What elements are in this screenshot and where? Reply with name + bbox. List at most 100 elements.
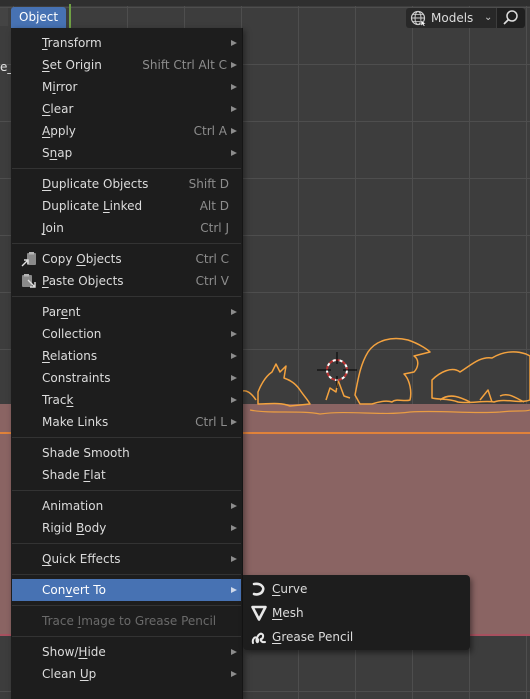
chevron-down-icon[interactable]: ⌄ <box>484 8 492 28</box>
shortcut-hint: Ctrl J <box>200 221 229 235</box>
globe-cursor-icon <box>410 10 427 26</box>
menu-item-label: Clear <box>42 102 74 116</box>
workspace-selector[interactable]: Models ⌄ <box>406 8 496 28</box>
menu-item-label: Relations <box>42 349 98 363</box>
menu-item-join[interactable]: Join Ctrl J <box>12 217 241 239</box>
shortcut-hint: Ctrl C <box>195 252 229 266</box>
submenu-item-mesh[interactable]: Mesh <box>243 601 470 625</box>
object-dropdown-menu: Transform Set Origin Shift Ctrl Alt C Mirro… <box>11 28 243 699</box>
submenu-arrow-icon <box>231 331 237 337</box>
menu-item-parent[interactable]: Parent <box>12 301 241 323</box>
shortcut-hint: Shift D <box>188 177 229 191</box>
animal-small-outline <box>257 363 311 407</box>
submenu-item-grease-pencil[interactable]: Grease Pencil <box>243 625 470 649</box>
curve-icon <box>250 581 268 597</box>
menu-item-convert-to[interactable]: Convert To <box>12 579 241 601</box>
submenu-arrow-icon <box>231 84 237 90</box>
animal-legs-outline <box>325 379 351 401</box>
buffalo-2-outline <box>431 351 530 404</box>
menu-item-label: Constraints <box>42 371 111 385</box>
buffalo-outline <box>354 337 431 405</box>
left-header-stub[interactable] <box>0 8 8 26</box>
menu-item-label: Rigid Body <box>42 521 107 535</box>
menu-item-label: Set Origin <box>42 58 102 72</box>
mesh-icon <box>250 605 268 621</box>
menu-item-snap[interactable]: Snap <box>12 142 241 164</box>
menu-item-trace-image-to-grease-pencil: Trace Image to Grease Pencil <box>12 610 241 632</box>
submenu-arrow-icon <box>231 128 237 134</box>
menu-item-label: Transform <box>42 36 102 50</box>
timeline-marker <box>69 4 71 28</box>
menu-item-mirror[interactable]: Mirror <box>12 76 241 98</box>
menu-item-label: Track <box>42 393 74 407</box>
menu-separator <box>12 490 241 491</box>
menu-item-collection[interactable]: Collection <box>12 323 241 345</box>
menu-item-rigid-body[interactable]: Rigid Body <box>12 517 241 539</box>
menu-item-apply[interactable]: Apply Ctrl A <box>12 120 241 142</box>
menu-item-shade-flat[interactable]: Shade Flat <box>12 464 241 486</box>
menu-item-label: Convert To <box>42 583 106 597</box>
menu-separator <box>12 168 241 169</box>
menu-item-make-links[interactable]: Make Links Ctrl L <box>12 411 241 433</box>
menu-item-animation[interactable]: Animation <box>12 495 241 517</box>
submenu-arrow-icon <box>231 556 237 562</box>
search-icon <box>503 10 518 25</box>
menu-item-label: Trace Image to Grease Pencil <box>42 614 217 628</box>
menu-separator <box>12 574 241 575</box>
menu-item-label: Collection <box>42 327 102 341</box>
menu-item-label: Make Links <box>42 415 109 429</box>
submenu-item-label: Grease Pencil <box>272 630 354 644</box>
menu-separator <box>12 605 241 606</box>
menu-item-label: Animation <box>42 499 104 513</box>
menu-item-label: Shade Smooth <box>42 446 130 460</box>
menu-item-duplicate-objects[interactable]: Duplicate Objects Shift D <box>12 173 241 195</box>
menu-item-label: Snap <box>42 146 73 160</box>
menu-item-duplicate-linked[interactable]: Duplicate Linked Alt D <box>12 195 241 217</box>
menu-item-transform[interactable]: Transform <box>12 32 241 54</box>
copy-icon <box>20 251 38 267</box>
submenu-arrow-icon <box>231 353 237 359</box>
convert-to-submenu: Curve Mesh Grease Pencil <box>243 575 470 650</box>
menu-separator <box>12 296 241 297</box>
menu-separator <box>12 437 241 438</box>
menu-item-track[interactable]: Track <box>12 389 241 411</box>
workspace-label: Models <box>431 11 474 25</box>
menu-separator <box>12 243 241 244</box>
menu-separator <box>12 636 241 637</box>
submenu-arrow-icon <box>231 503 237 509</box>
menu-item-label: Paste Objects <box>42 274 124 288</box>
submenu-item-label: Mesh <box>272 606 304 620</box>
menu-item-constraints[interactable]: Constraints <box>12 367 241 389</box>
menu-item-clear[interactable]: Clear <box>12 98 241 120</box>
submenu-item-curve[interactable]: Curve <box>243 577 470 601</box>
menu-separator <box>12 543 241 544</box>
menu-item-clean-up[interactable]: Clean Up <box>12 663 241 685</box>
submenu-arrow-icon <box>231 525 237 531</box>
object-menu-tab[interactable]: Object <box>11 7 67 28</box>
menu-item-label: Show/Hide <box>42 645 106 659</box>
menu-item-label: Join <box>42 221 64 235</box>
menu-item-quick-effects[interactable]: Quick Effects <box>12 548 241 570</box>
submenu-arrow-icon <box>231 40 237 46</box>
menu-item-shade-smooth[interactable]: Shade Smooth <box>12 442 241 464</box>
paste-icon <box>20 273 38 289</box>
search-button[interactable] <box>497 8 525 28</box>
submenu-item-label: Curve <box>272 582 308 596</box>
menu-item-label: Clean Up <box>42 667 97 681</box>
menu-item-set-origin[interactable]: Set Origin Shift Ctrl Alt C <box>12 54 241 76</box>
grass-outline <box>239 389 525 403</box>
3d-cursor-icon <box>317 352 357 388</box>
menu-item-copy-objects[interactable]: Copy Objects Ctrl C <box>12 248 241 270</box>
menu-item-paste-objects[interactable]: Paste Objects Ctrl V <box>12 270 241 292</box>
submenu-arrow-icon <box>231 106 237 112</box>
menu-item-label: Mirror <box>42 80 78 94</box>
shortcut-hint: Ctrl L <box>195 415 227 429</box>
menu-item-show-hide[interactable]: Show/Hide <box>12 641 241 663</box>
submenu-arrow-icon <box>231 397 237 403</box>
submenu-arrow-icon <box>231 62 237 68</box>
shortcut-hint: Shift Ctrl Alt C <box>142 58 227 72</box>
menu-item-relations[interactable]: Relations <box>12 345 241 367</box>
grease-pencil-icon <box>250 629 268 645</box>
shortcut-hint: Ctrl A <box>193 124 227 138</box>
submenu-arrow-icon <box>231 375 237 381</box>
